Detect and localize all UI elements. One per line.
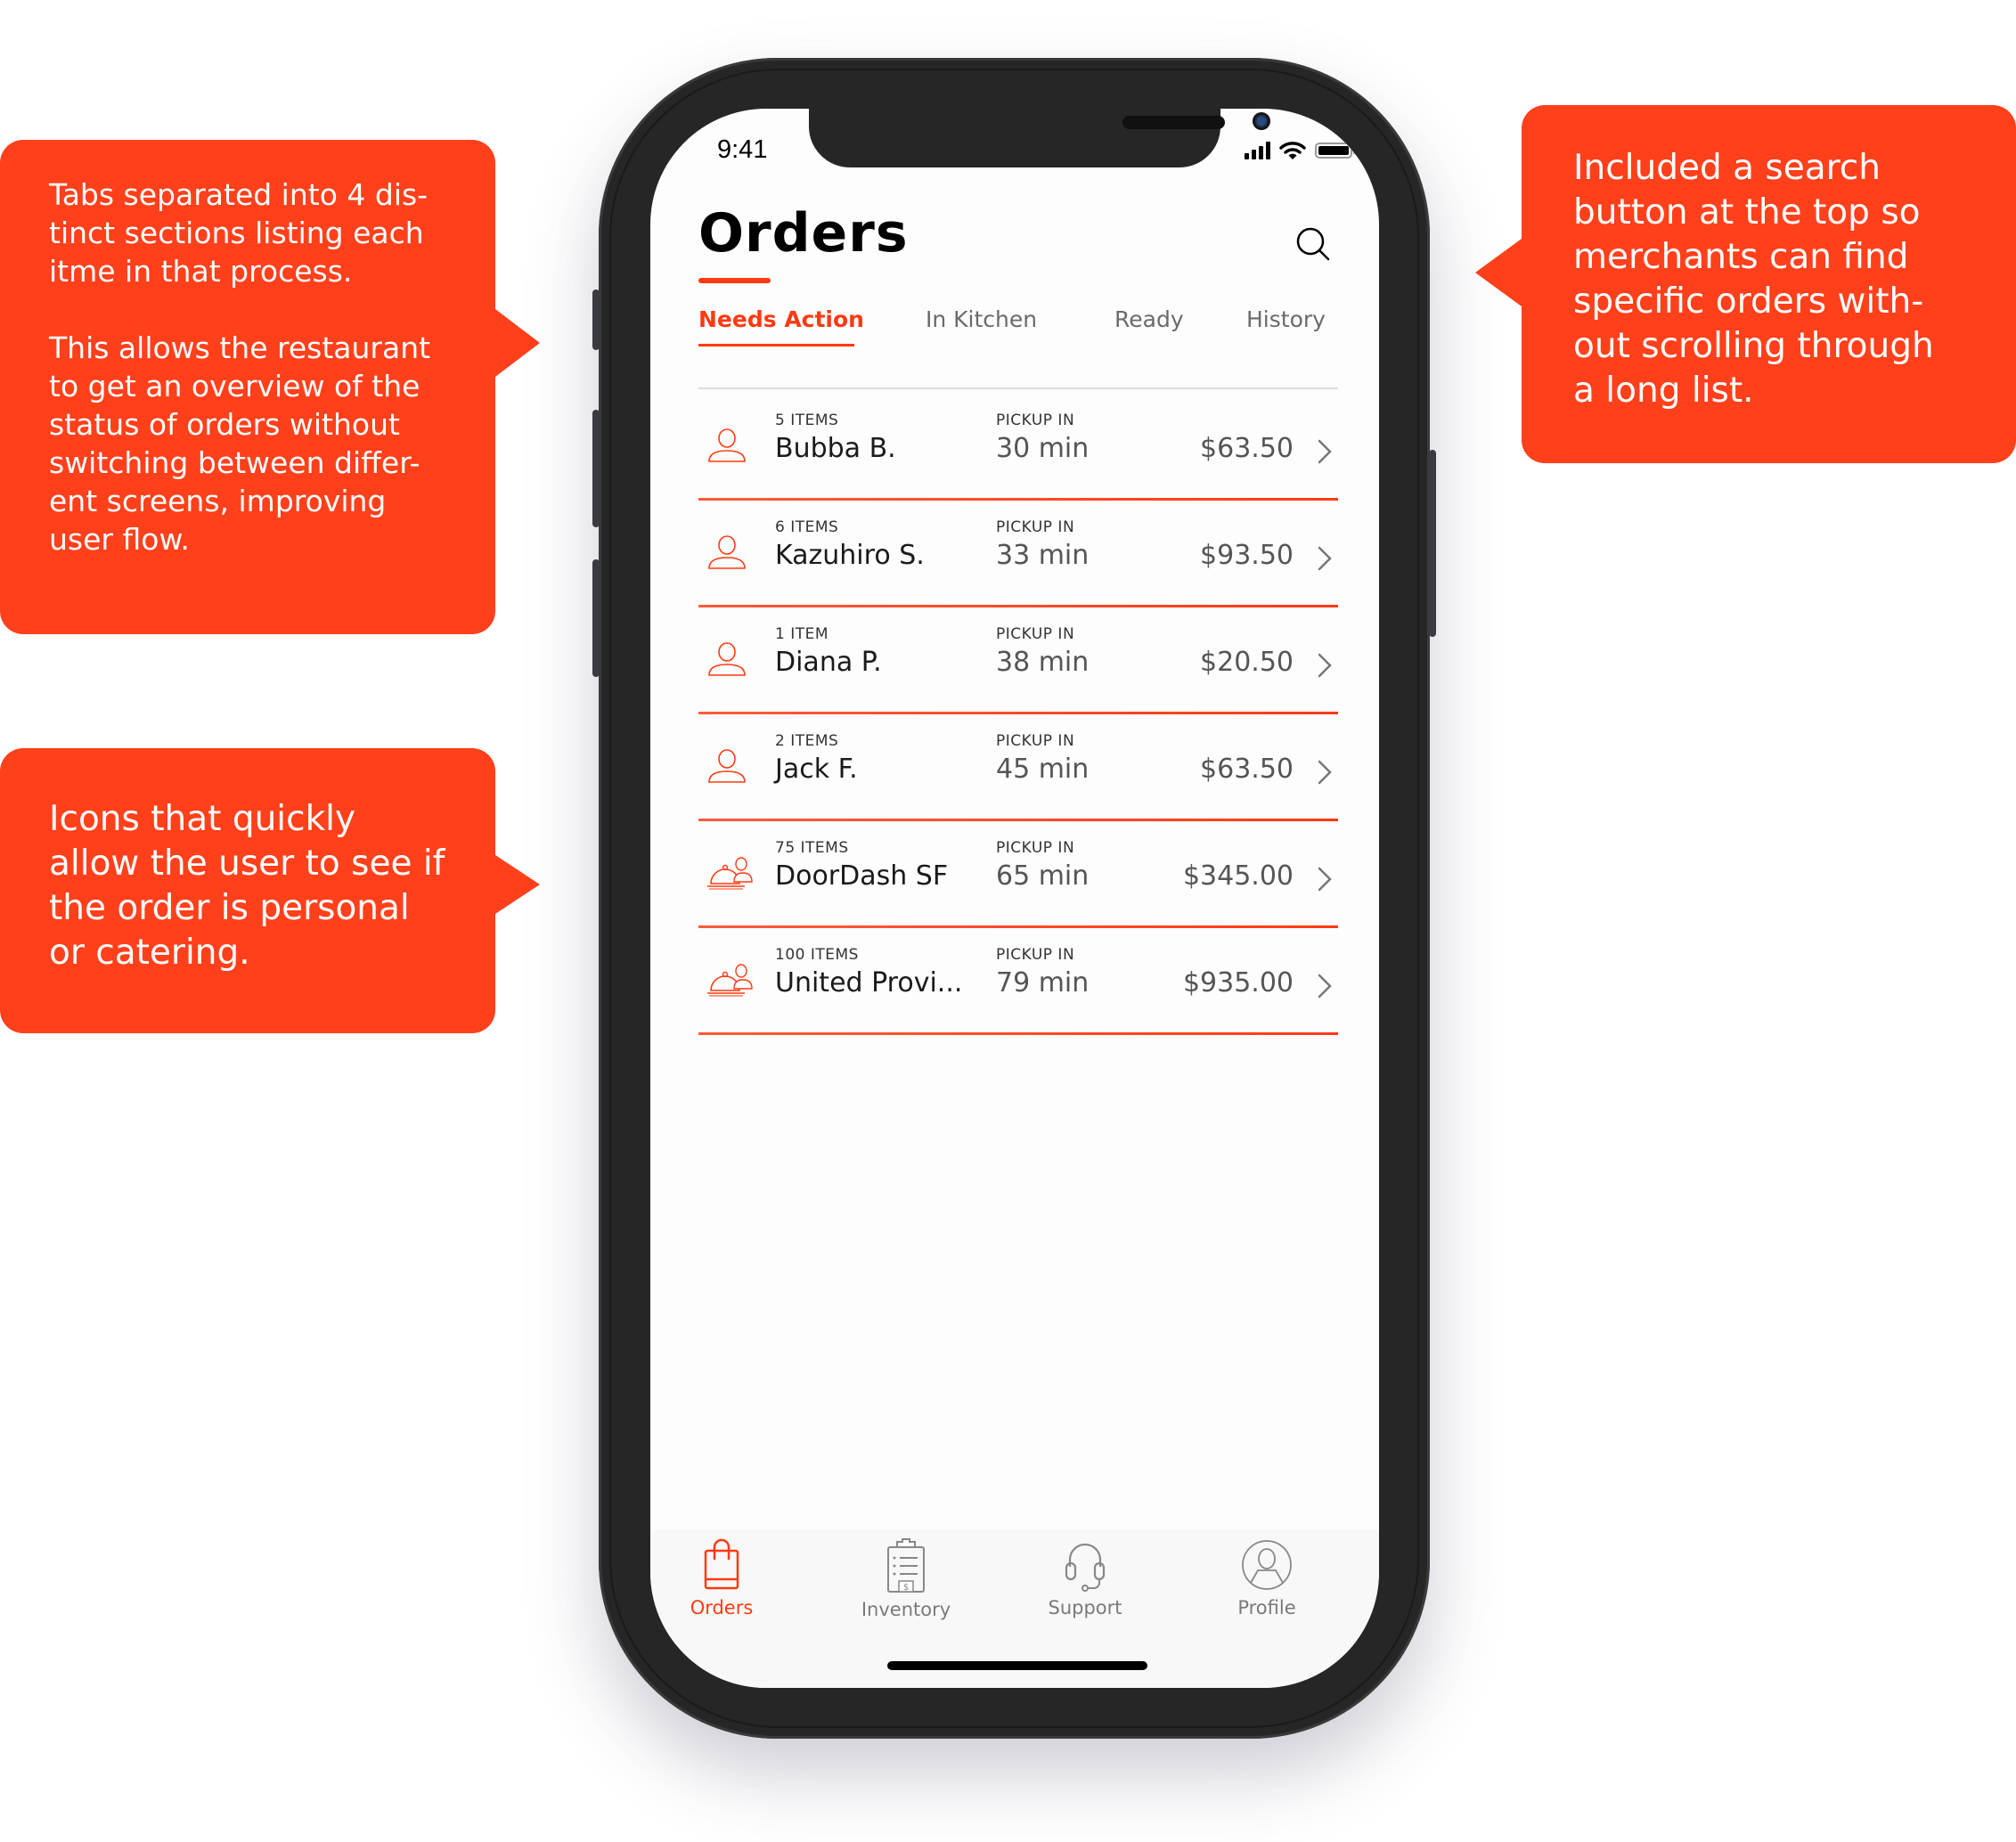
person-icon [706,748,748,786]
callout-tabs-note: Tabs separated into 4 dis- tinct section… [0,140,540,634]
notch [809,109,1270,167]
search-icon[interactable] [1294,224,1333,264]
order-item-count: 6 ITEMS [775,518,839,536]
pickup-time: 38 min [996,647,1090,678]
order-row[interactable]: 1 ITEM Diana P. PICKUP IN 38 min $20.50 [698,607,1338,714]
chevron-right-icon [1318,760,1332,785]
order-customer-name: United Provi... [775,967,963,998]
pickup-label: PICKUP IN [996,732,1075,750]
list-divider [698,387,1338,389]
volume-up-button [592,410,600,527]
pickup-label: PICKUP IN [996,625,1075,643]
phone-screen: 9:41 Orders Needs Action In Kitchen Read… [650,109,1379,1688]
signal-icon [1245,142,1270,159]
order-customer-name: Bubba B. [775,433,896,464]
tabbar-label: Inventory [861,1599,951,1620]
tabbar-profile[interactable]: Profile [1196,1538,1338,1618]
status-time: 9:41 [717,135,768,164]
tab-needs-action[interactable]: Needs Action [698,306,864,332]
order-item-count: 75 ITEMS [775,839,849,857]
chevron-right-icon [1318,439,1332,464]
order-customer-name: Diana P. [775,647,882,678]
pickup-label: PICKUP IN [996,839,1075,857]
catering-cloche-icon [706,855,753,892]
order-total: $20.50 [1200,647,1294,678]
order-total: $63.50 [1200,433,1294,464]
pickup-label: PICKUP IN [996,518,1075,536]
tabbar-orders[interactable]: Orders [650,1538,793,1618]
callout-icons-note: Icons that quickly allow the user to see… [0,748,540,1033]
person-icon [706,534,748,572]
order-row[interactable]: 2 ITEMS Jack F. PICKUP IN 45 min $63.50 [698,714,1338,821]
mute-switch [592,289,600,350]
row-divider [698,1032,1338,1035]
pickup-time: 65 min [996,860,1090,892]
tab-in-kitchen[interactable]: In Kitchen [926,306,1037,332]
tabbar-label: Support [1048,1597,1122,1618]
order-customer-name: Jack F. [775,754,858,785]
active-tab-indicator [698,344,854,346]
tabbar-label: Orders [690,1597,754,1618]
order-row[interactable]: 5 ITEMS Bubba B. PICKUP IN 30 min $63.50 [698,394,1338,501]
front-camera [1253,112,1270,130]
chevron-right-icon [1318,867,1332,892]
pickup-time: 33 min [996,540,1090,571]
battery-icon [1315,143,1356,159]
order-row[interactable]: 6 ITEMS Kazuhiro S. PICKUP IN 33 min $93… [698,501,1338,607]
shopping-bag-icon [704,1538,739,1590]
chevron-right-icon [1318,546,1332,571]
chevron-right-icon [1318,653,1332,678]
order-status-tabs: Needs Action In Kitchen Ready History [698,306,1331,346]
speaker [1122,116,1225,129]
pickup-label: PICKUP IN [996,946,1075,964]
order-total: $93.50 [1200,540,1294,571]
callout-search-note: Included a search button at the top so m… [1475,105,2016,463]
chevron-right-icon [1318,974,1332,998]
order-row[interactable]: 100 ITEMS United Provi... PICKUP IN 79 m… [698,928,1338,1035]
tab-history[interactable]: History [1246,306,1326,332]
volume-down-button [592,559,600,677]
clipboard-icon: $ [887,1538,925,1593]
order-item-count: 1 ITEM [775,625,829,643]
callout-pointer [1475,239,1522,306]
person-icon [706,641,748,679]
callout-text: Icons that quickly allow the user to see… [49,799,445,973]
pickup-time: 30 min [996,433,1090,464]
tabbar-inventory[interactable]: $ Inventory [835,1538,977,1620]
callout-text: Tabs separated into 4 dis- tinct section… [49,177,431,557]
svg-text:$: $ [903,1583,909,1593]
order-item-count: 5 ITEMS [775,412,839,429]
order-customer-name: Kazuhiro S. [775,540,925,571]
tabbar-label: Profile [1237,1597,1296,1618]
person-icon [706,428,748,465]
callout-pointer [495,855,540,914]
title-accent-bar [698,278,771,283]
order-row[interactable]: 75 ITEMS DoorDash SF PICKUP IN 65 min $3… [698,821,1338,928]
callout-pointer [495,309,540,377]
order-total: $345.00 [1182,860,1294,892]
home-indicator[interactable] [887,1661,1147,1670]
order-total: $63.50 [1200,754,1294,785]
pickup-time: 79 min [996,967,1090,998]
status-icons [1245,141,1356,160]
page-title: Orders [698,202,909,265]
power-button [1429,450,1436,637]
order-customer-name: DoorDash SF [775,860,949,892]
order-item-count: 2 ITEMS [775,732,839,750]
profile-icon [1242,1540,1292,1590]
order-total: $935.00 [1182,967,1294,998]
pickup-time: 45 min [996,754,1090,785]
order-item-count: 100 ITEMS [775,946,859,964]
tabbar-support[interactable]: Support [1014,1538,1156,1618]
tab-ready[interactable]: Ready [1114,306,1184,332]
headset-icon [1065,1543,1106,1592]
wifi-icon [1279,142,1306,159]
catering-cloche-icon [706,962,753,999]
callout-text: Included a search button at the top so m… [1573,148,1934,411]
pickup-label: PICKUP IN [996,412,1075,429]
